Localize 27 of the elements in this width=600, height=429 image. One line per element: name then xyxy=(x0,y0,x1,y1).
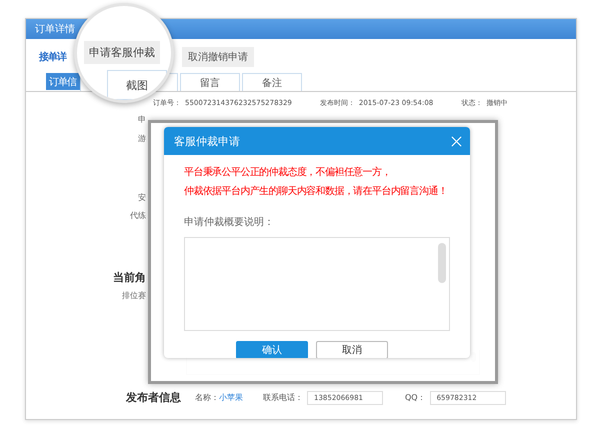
section-heading: 发布者信息 xyxy=(126,390,181,405)
name-label: 名称： xyxy=(195,392,219,403)
tab[interactable]: 截图 xyxy=(107,70,167,100)
tab[interactable]: 订单信 xyxy=(46,73,80,90)
description-field[interactable] xyxy=(184,237,450,331)
field-label: 申 xyxy=(138,114,146,125)
notice-text: 仲裁依据平台内产生的聊天内容和数据，请在平台内留言沟通！ xyxy=(184,184,448,198)
window-title: 订单详情 xyxy=(35,22,75,36)
field-label: 当前角 xyxy=(113,270,146,285)
sub-tab[interactable]: 取消撤销申请 xyxy=(182,47,254,67)
dialog-title: 客服仲裁申请 xyxy=(174,134,240,148)
scrollbar-thumb[interactable] xyxy=(438,243,446,283)
tab[interactable]: 留言 xyxy=(180,73,240,91)
field-label: 排位赛 xyxy=(122,290,146,301)
field-label: 代练 xyxy=(130,210,146,221)
sub-tab[interactable]: 接单详 xyxy=(39,50,66,64)
field-label: 游 xyxy=(138,133,146,144)
qq-label: QQ： xyxy=(405,392,426,403)
arbitration-button[interactable]: 申请客服仲裁 xyxy=(84,41,160,64)
cancel-button[interactable]: 取消 xyxy=(316,341,388,358)
phone-label: 联系电话： xyxy=(263,392,303,403)
close-icon[interactable] xyxy=(451,136,462,146)
field-label: 申请仲裁概要说明： xyxy=(184,216,275,229)
notice-text: 平台秉承公平公正的仲裁态度，不偏袒任意一方， xyxy=(184,166,392,179)
tab[interactable]: 备注 xyxy=(242,73,302,91)
publisher-name-link[interactable]: 小苹果 xyxy=(219,392,243,403)
field-label: 安 xyxy=(138,192,146,203)
